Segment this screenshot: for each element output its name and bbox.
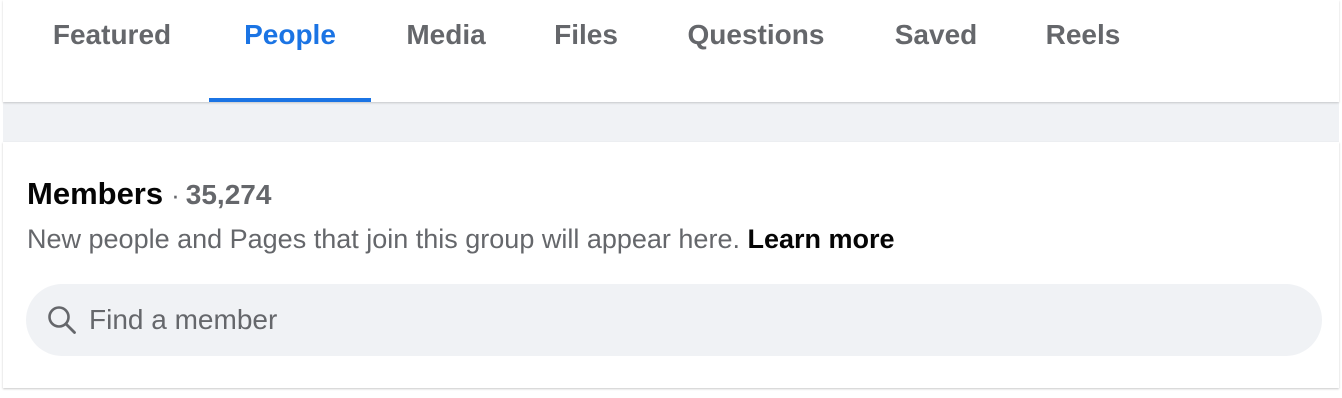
members-header: Members · 35,274 xyxy=(27,176,271,212)
tab-saved-label: Saved xyxy=(894,19,978,50)
group-people-panel: Featured People Media Files Questions Sa… xyxy=(3,0,1339,388)
member-search-input[interactable] xyxy=(89,290,1289,350)
tab-files-label: Files xyxy=(554,19,618,50)
tab-media-label: Media xyxy=(406,19,486,50)
tab-media[interactable]: Media xyxy=(383,0,509,102)
search-icon xyxy=(45,303,79,337)
tab-saved[interactable]: Saved xyxy=(873,0,999,102)
tab-questions-label: Questions xyxy=(687,19,825,50)
group-tab-bar: Featured People Media Files Questions Sa… xyxy=(3,0,1339,102)
tab-featured[interactable]: Featured xyxy=(27,0,197,102)
members-description-text: New people and Pages that join this grou… xyxy=(27,224,740,254)
tab-people-label: People xyxy=(244,19,336,50)
tab-questions[interactable]: Questions xyxy=(667,0,845,102)
members-title: Members xyxy=(27,176,164,211)
learn-more-link[interactable]: Learn more xyxy=(747,224,894,254)
tab-reels-label: Reels xyxy=(1045,19,1121,50)
tab-featured-label: Featured xyxy=(52,19,172,50)
tab-people[interactable]: People xyxy=(209,0,371,102)
title-separator: · xyxy=(171,180,180,210)
member-count: 35,274 xyxy=(185,179,272,210)
members-description: New people and Pages that join this grou… xyxy=(27,224,895,255)
tab-reels[interactable]: Reels xyxy=(1027,0,1139,102)
tab-files[interactable]: Files xyxy=(533,0,639,102)
member-search-box[interactable] xyxy=(26,284,1322,356)
